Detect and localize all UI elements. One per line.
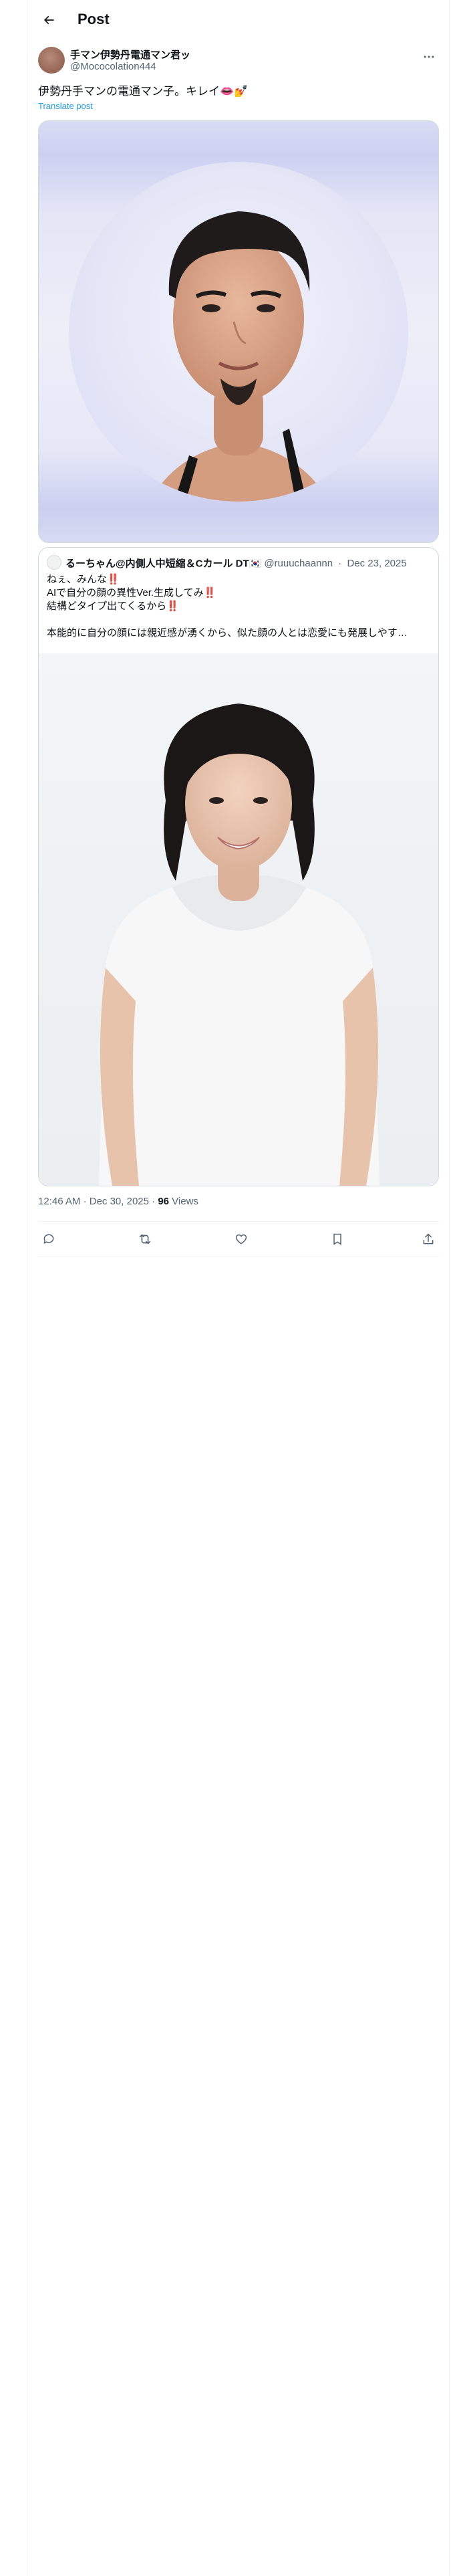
- page-title: Post: [78, 11, 110, 27]
- meta-separator: ·: [83, 1196, 87, 1207]
- post-timestamp: 12:46 AM · Dec 30, 2025 · 96 Views: [38, 1196, 198, 1207]
- author-handle[interactable]: @Mococolation444: [70, 61, 156, 72]
- quoted-separator: ·: [338, 557, 342, 569]
- views-label: Views: [172, 1196, 198, 1207]
- quoted-avatar[interactable]: [47, 555, 61, 570]
- avatar[interactable]: [38, 47, 65, 74]
- action-bar: [38, 1222, 439, 1257]
- quoted-text-line: [47, 613, 430, 627]
- post-text: 伊勢丹手マンの電通マン子。キレイ👄💅: [38, 85, 249, 98]
- post-image[interactable]: [38, 120, 439, 543]
- quoted-post[interactable]: るーちゃん@内側人中短縮＆Cカール DT🇰🇷 @ruuuchaannn · Dec…: [38, 547, 439, 1186]
- right-column-border: [449, 0, 450, 2576]
- more-horizontal-icon: [424, 56, 434, 58]
- meta-separator: ·: [152, 1196, 156, 1207]
- post-author-row: 手マン伊勢丹電通マン君ッ @Mococolation444: [38, 45, 439, 78]
- quoted-post-text: ねぇ、みんな‼️ AIで自分の顔の異性Ver.生成してみ‼️ 結構どタイプ出てく…: [47, 573, 430, 640]
- arrow-left-icon: [43, 15, 54, 25]
- like-button[interactable]: [233, 1231, 249, 1247]
- post-date[interactable]: Dec 30, 2025: [90, 1196, 149, 1207]
- portrait-photo: [69, 162, 408, 502]
- reply-icon: [43, 1234, 54, 1244]
- repost-icon: [139, 1234, 151, 1245]
- views-count: 96: [158, 1196, 169, 1207]
- top-bar: Post: [27, 0, 449, 40]
- quoted-text-line: ねぇ、みんな‼️: [47, 574, 120, 585]
- bookmark-button[interactable]: [329, 1231, 345, 1247]
- translate-post-link[interactable]: Translate post: [38, 101, 93, 111]
- quoted-text-line: 本能的に自分の顔には親近感が湧くから、似た顔の人とは恋愛にも発展しやす…: [47, 627, 408, 639]
- quoted-post-header: るーちゃん@内側人中短縮＆Cカール DT🇰🇷 @ruuuchaannn · Dec…: [47, 555, 434, 570]
- bookmark-icon: [333, 1233, 341, 1245]
- back-button[interactable]: [37, 8, 61, 32]
- reply-button[interactable]: [41, 1231, 57, 1247]
- quoted-author-name[interactable]: るーちゃん@内側人中短縮＆Cカール DT🇰🇷: [65, 558, 261, 570]
- share-icon: [423, 1233, 434, 1245]
- quoted-post-image[interactable]: [39, 653, 438, 1186]
- quoted-date[interactable]: Dec 23, 2025: [347, 558, 406, 569]
- post-time[interactable]: 12:46 AM: [38, 1196, 80, 1207]
- person-photo: [99, 704, 380, 1186]
- more-options-button[interactable]: [419, 47, 439, 67]
- quoted-author-handle[interactable]: @ruuuchaannn: [264, 558, 333, 569]
- quoted-text-line: 結構どタイプ出てくるから‼️: [47, 601, 179, 612]
- like-icon: [235, 1234, 247, 1245]
- quoted-text-line: AIで自分の顔の異性Ver.生成してみ‼️: [47, 587, 216, 599]
- author-display-name[interactable]: 手マン伊勢丹電通マン君ッ: [70, 47, 190, 62]
- share-button[interactable]: [420, 1231, 436, 1247]
- repost-button[interactable]: [137, 1231, 153, 1247]
